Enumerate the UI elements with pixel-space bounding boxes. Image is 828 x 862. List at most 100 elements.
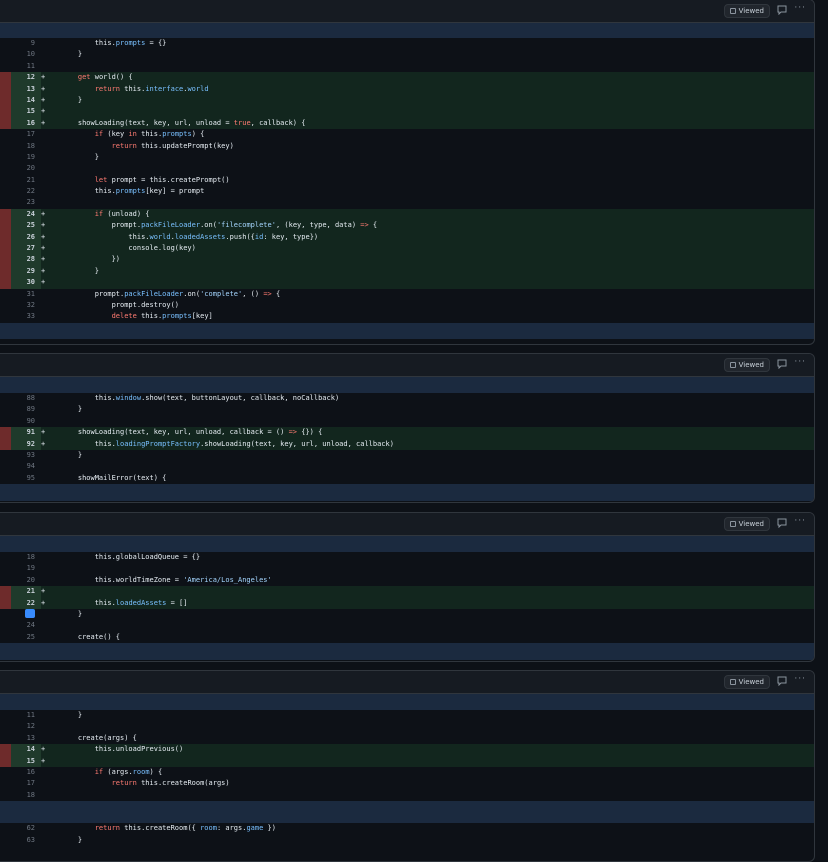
viewed-label: Viewed xyxy=(738,520,764,528)
line-number[interactable]: 14 xyxy=(11,94,41,107)
line-number[interactable]: 95 xyxy=(11,473,41,484)
diff-sign xyxy=(41,563,61,574)
line-number[interactable]: 33 xyxy=(11,311,41,322)
line-number[interactable]: 19 xyxy=(11,563,41,574)
line-marker xyxy=(0,265,11,278)
line-number[interactable]: 12 xyxy=(11,721,41,732)
line-number[interactable]: 23 xyxy=(11,197,41,208)
hunk-expander[interactable] xyxy=(0,694,814,710)
line-marker xyxy=(0,710,11,721)
line-number[interactable]: 9 xyxy=(11,38,41,49)
line-number[interactable]: 24 xyxy=(11,620,41,631)
hunk-expander[interactable] xyxy=(0,23,814,38)
line-number[interactable]: 21 xyxy=(11,175,41,186)
add-comment-icon[interactable] xyxy=(25,609,35,619)
hunk-expander[interactable] xyxy=(0,643,814,661)
line-number[interactable]: 15 xyxy=(11,755,41,767)
line-marker xyxy=(0,141,11,152)
line-number[interactable]: 24 xyxy=(11,208,41,221)
line-number[interactable]: 11 xyxy=(11,710,41,721)
viewed-checkbox[interactable]: Viewed xyxy=(723,4,770,18)
diff-file-3: Viewed ··· 18 this.globalLoadQueue = {} 1… xyxy=(0,512,815,662)
line-marker xyxy=(0,243,11,255)
context-line: 88 this.window.show(text, buttonLayout, … xyxy=(0,393,814,404)
viewed-checkbox[interactable]: Viewed xyxy=(723,675,770,689)
viewed-checkbox[interactable]: Viewed xyxy=(723,517,770,531)
line-number[interactable]: 31 xyxy=(11,289,41,300)
diff-sign xyxy=(41,609,61,620)
line-marker xyxy=(0,450,11,461)
code-text: this.prompts[key] = prompt xyxy=(61,187,205,196)
diff-lines: 88 this.window.show(text, buttonLayout, … xyxy=(0,393,814,484)
line-number[interactable]: 18 xyxy=(11,790,41,801)
hunk-expander[interactable] xyxy=(0,484,814,502)
line-number[interactable]: 17 xyxy=(11,778,41,789)
comment-icon[interactable] xyxy=(777,676,787,686)
line-number[interactable]: 18 xyxy=(11,141,41,152)
line-number[interactable]: 16 xyxy=(11,117,41,130)
context-line: 18 this.globalLoadQueue = {} xyxy=(0,552,814,563)
line-number[interactable]: 13 xyxy=(11,733,41,744)
line-number[interactable]: 90 xyxy=(11,416,41,427)
comment-icon[interactable] xyxy=(777,518,787,528)
diff-sign xyxy=(41,129,61,140)
more-options-button[interactable]: ··· xyxy=(794,674,806,684)
hunk-expander[interactable] xyxy=(0,322,814,339)
line-number[interactable]: 15 xyxy=(11,106,41,118)
comment-icon[interactable] xyxy=(777,359,787,369)
viewed-label: Viewed xyxy=(738,678,764,686)
line-number[interactable]: 25 xyxy=(11,632,41,643)
line-number[interactable] xyxy=(11,609,41,620)
line-marker xyxy=(0,61,11,72)
line-number[interactable]: 21 xyxy=(11,586,41,598)
line-number[interactable]: 88 xyxy=(11,393,41,404)
code-text: showMailError(text) { xyxy=(61,473,167,482)
more-options-button[interactable]: ··· xyxy=(794,516,806,526)
line-number[interactable]: 28 xyxy=(11,254,41,266)
line-number[interactable]: 22 xyxy=(11,597,41,609)
line-number[interactable]: 29 xyxy=(11,265,41,278)
expand-lines-bar[interactable] xyxy=(0,801,814,824)
more-options-button[interactable]: ··· xyxy=(794,357,806,367)
line-number[interactable]: 93 xyxy=(11,450,41,461)
line-marker xyxy=(0,461,11,472)
line-marker xyxy=(0,393,11,404)
hunk-expander[interactable] xyxy=(0,536,814,552)
line-number[interactable]: 25 xyxy=(11,220,41,232)
line-number[interactable]: 10 xyxy=(11,49,41,60)
line-number[interactable]: 11 xyxy=(11,61,41,72)
line-marker xyxy=(0,597,11,609)
line-number[interactable]: 30 xyxy=(11,277,41,289)
line-number[interactable]: 18 xyxy=(11,552,41,563)
context-line: 20 this.worldTimeZone = 'America/Los_Ang… xyxy=(0,575,814,586)
line-number[interactable]: 27 xyxy=(11,243,41,255)
line-number[interactable]: 32 xyxy=(11,300,41,311)
line-number[interactable]: 20 xyxy=(11,163,41,174)
line-number[interactable]: 13 xyxy=(11,83,41,95)
code-text: delete this.prompts[key] xyxy=(111,312,213,321)
diff-sign: + xyxy=(41,266,46,275)
line-number[interactable]: 20 xyxy=(11,575,41,586)
line-number[interactable]: 89 xyxy=(11,404,41,415)
line-marker xyxy=(0,106,11,118)
line-number[interactable]: 94 xyxy=(11,461,41,472)
viewed-checkbox[interactable]: Viewed xyxy=(723,358,770,372)
line-number[interactable]: 26 xyxy=(11,231,41,244)
line-number[interactable]: 63 xyxy=(11,835,41,846)
line-number[interactable]: 17 xyxy=(11,129,41,140)
line-number[interactable]: 14 xyxy=(11,744,41,756)
line-number[interactable]: 22 xyxy=(11,186,41,197)
line-marker xyxy=(0,49,11,60)
line-number[interactable]: 12 xyxy=(11,72,41,84)
line-number[interactable]: 92 xyxy=(11,438,41,450)
comment-icon[interactable] xyxy=(777,5,787,15)
line-number[interactable]: 91 xyxy=(11,427,41,439)
hunk-expander[interactable] xyxy=(0,377,814,393)
more-options-button[interactable]: ··· xyxy=(794,3,806,13)
line-marker xyxy=(0,220,11,232)
line-number[interactable]: 62 xyxy=(11,823,41,834)
line-number[interactable]: 16 xyxy=(11,767,41,778)
line-number[interactable]: 19 xyxy=(11,152,41,163)
